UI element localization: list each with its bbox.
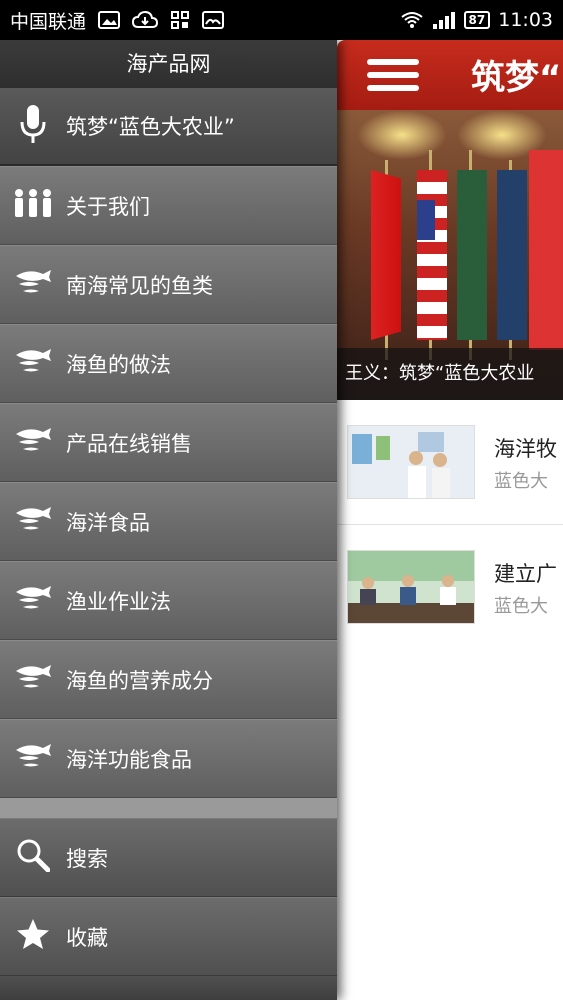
content-header: 筑梦“ — [337, 40, 563, 110]
flag-image — [497, 170, 527, 340]
flag-image — [417, 170, 447, 340]
hero-banner[interactable]: 王义：筑梦“蓝色大农业 — [337, 110, 563, 400]
news-title: 海洋牧 — [494, 437, 557, 461]
news-subtitle: 蓝色大 — [494, 471, 548, 492]
menu-item-label: 产品在线销售 — [66, 431, 192, 456]
star-icon — [16, 918, 50, 955]
fish-icon — [13, 742, 53, 775]
wifi-icon — [400, 11, 424, 29]
drawer-title: 海产品网 — [0, 40, 337, 88]
clock: 11:03 — [498, 9, 553, 31]
menu-item-nutrition[interactable]: 海鱼的营养成分 — [0, 640, 337, 719]
voice-item-label: 筑梦“蓝色大农业” — [66, 115, 235, 139]
people-icon — [13, 188, 53, 223]
favorites-button[interactable]: 收藏 — [0, 897, 337, 976]
drawer-footer — [0, 976, 337, 1000]
fish-icon — [13, 268, 53, 301]
voice-item[interactable]: 筑梦“蓝色大农业” — [0, 88, 337, 166]
page-title: 筑梦“ — [471, 58, 562, 98]
gallery-icon — [202, 11, 225, 29]
navigation-drawer: 海产品网 筑梦“蓝色大农业” 关于我们 南海常见的鱼类 海鱼的做法 产品在线销售… — [0, 40, 337, 1000]
battery-indicator: 87 — [463, 11, 491, 29]
news-title: 建立广 — [494, 562, 557, 586]
fish-icon — [13, 505, 53, 538]
menu-divider — [0, 798, 337, 818]
menu-item-label: 海洋功能食品 — [66, 747, 192, 772]
menu-list: 关于我们 南海常见的鱼类 海鱼的做法 产品在线销售 海洋食品 渔业作业法 海鱼的… — [0, 166, 337, 798]
news-item[interactable]: 海洋牧 蓝色大 — [337, 400, 563, 525]
fish-icon — [13, 584, 53, 617]
menu-item-about-us[interactable]: 关于我们 — [0, 166, 337, 245]
hero-caption: 王义：筑梦“蓝色大农业 — [337, 348, 563, 400]
menu-item-online-sales[interactable]: 产品在线销售 — [0, 403, 337, 482]
menu-item-fish-species[interactable]: 南海常见的鱼类 — [0, 245, 337, 324]
fish-icon — [13, 663, 53, 696]
menu-item-label: 海洋食品 — [66, 510, 150, 535]
menu-item-label: 关于我们 — [66, 194, 150, 219]
news-thumbnail — [347, 550, 475, 624]
menu-item-fish-recipes[interactable]: 海鱼的做法 — [0, 324, 337, 403]
fish-icon — [13, 347, 53, 380]
flag-image — [457, 170, 487, 340]
cloud-icon — [132, 11, 159, 29]
menu-icon[interactable] — [367, 55, 419, 95]
menu-item-functional-food[interactable]: 海洋功能食品 — [0, 719, 337, 798]
menu-item-ocean-food[interactable]: 海洋食品 — [0, 482, 337, 561]
news-item[interactable]: 建立广 蓝色大 — [337, 525, 563, 650]
signal-icon — [432, 11, 456, 29]
news-subtitle: 蓝色大 — [494, 596, 548, 617]
fish-icon — [13, 426, 53, 459]
grid-icon — [170, 10, 190, 30]
menu-item-fishing-methods[interactable]: 渔业作业法 — [0, 561, 337, 640]
menu-item-label: 南海常见的鱼类 — [66, 273, 213, 298]
carrier-label: 中国联通 — [10, 10, 87, 33]
content-panel: 筑梦“ 王义：筑梦“蓝色大农业 海洋牧 蓝色大 建立广 蓝色大 — [337, 40, 563, 1000]
favorites-label: 收藏 — [66, 925, 108, 950]
search-label: 搜索 — [66, 846, 108, 871]
search-icon — [16, 838, 51, 877]
image-icon — [98, 11, 121, 29]
search-button[interactable]: 搜索 — [0, 818, 337, 897]
status-bar: 中国联通 87 11:03 — [0, 0, 563, 40]
menu-item-label: 海鱼的做法 — [66, 352, 171, 377]
menu-item-label: 海鱼的营养成分 — [66, 668, 213, 693]
microphone-icon — [20, 104, 46, 149]
news-thumbnail — [347, 425, 475, 499]
menu-item-label: 渔业作业法 — [66, 589, 171, 614]
flag-image — [371, 170, 401, 340]
